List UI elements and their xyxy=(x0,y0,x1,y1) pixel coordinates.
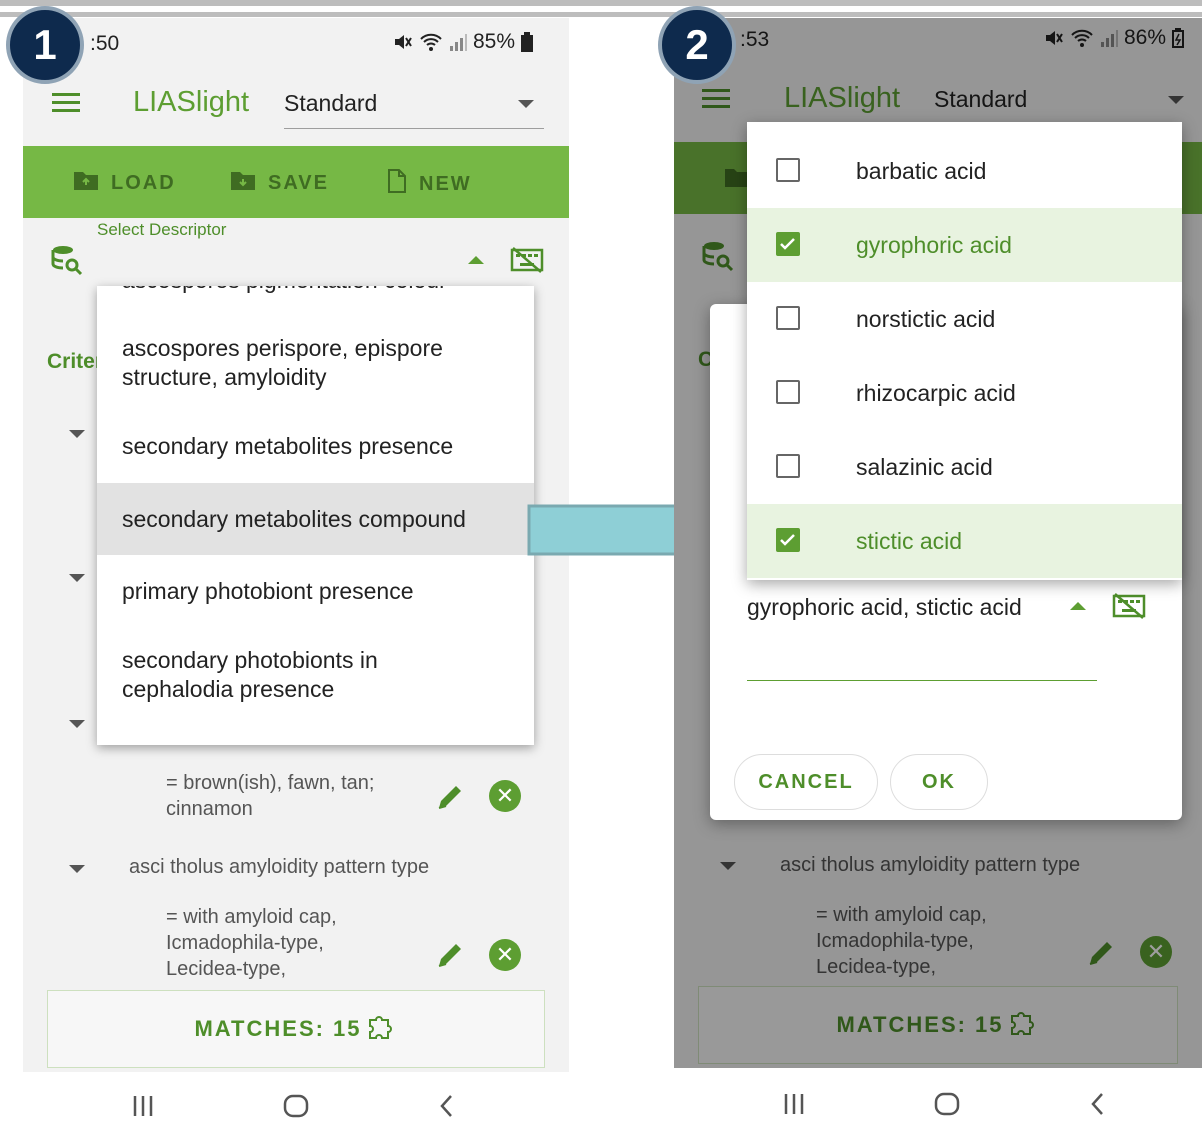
battery-percent: 85% xyxy=(473,30,516,53)
criteria-title-2: asci tholus amyloidity pattern type xyxy=(129,856,430,878)
wifi-icon xyxy=(419,32,443,52)
checkbox[interactable] xyxy=(776,380,800,404)
expand-criteria-1-icon[interactable] xyxy=(69,430,85,438)
new-file-icon xyxy=(387,169,407,199)
android-nav-bar-2 xyxy=(674,1072,1202,1120)
option-norstictic-acid[interactable]: norstictic acid xyxy=(747,282,1182,356)
criteria-label: Criter xyxy=(47,350,104,373)
phone-screen-1: :50 85% LIASlight Standard LOAD SAVE NEW… xyxy=(23,18,569,1072)
folder-upload-icon xyxy=(73,169,99,197)
remove-criteria-icon[interactable]: ✕ xyxy=(489,780,521,812)
mute-icon xyxy=(393,32,413,52)
step-badge-1: 1 xyxy=(6,6,84,84)
option-label: stictic acid xyxy=(856,528,963,554)
dropdown-item[interactable]: ascospores perispore, epispore structure… xyxy=(97,334,472,392)
edit-pencil-icon[interactable] xyxy=(435,940,465,975)
check-icon xyxy=(780,534,795,546)
database-search-icon[interactable] xyxy=(51,244,83,281)
criteria-value-1: = brown(ish), fawn, tan; cinnamon xyxy=(166,772,375,820)
hamburger-menu-icon[interactable] xyxy=(52,88,80,117)
option-salazinic-acid[interactable]: salazinic acid xyxy=(747,430,1182,504)
new-button[interactable]: NEW xyxy=(387,169,472,199)
select-descriptor-label: Select Descriptor xyxy=(97,220,227,239)
top-divider xyxy=(0,0,1202,6)
home-icon[interactable] xyxy=(283,1094,309,1123)
mode-select[interactable]: Standard xyxy=(284,90,377,117)
expand-criteria-2-icon[interactable] xyxy=(69,574,85,582)
option-label: barbatic acid xyxy=(856,158,987,184)
mode-underline xyxy=(284,128,544,129)
option-gyrophoric-acid[interactable]: gyrophoric acid xyxy=(747,208,1182,282)
step-badge-2: 2 xyxy=(658,6,736,84)
status-time: :50 xyxy=(90,32,120,55)
back-icon[interactable] xyxy=(1088,1092,1108,1121)
app-title: LIASlight xyxy=(133,86,250,118)
mode-dropdown-icon[interactable] xyxy=(518,100,534,108)
keyboard-off-icon[interactable] xyxy=(1112,592,1146,625)
option-rhizocarpic-acid[interactable]: rhizocarpic acid xyxy=(747,356,1182,430)
expand-criteria-4-icon[interactable] xyxy=(69,865,85,873)
signal-icon xyxy=(449,32,467,52)
remove-criteria-icon[interactable]: ✕ xyxy=(489,939,521,971)
recent-apps-icon[interactable] xyxy=(782,1092,808,1121)
dropdown-item-selected[interactable]: secondary metabolites compound xyxy=(97,483,534,555)
edit-pencil-icon[interactable] xyxy=(435,782,465,817)
check-icon xyxy=(780,238,795,250)
dropdown-item[interactable]: secondary metabolites presence xyxy=(97,432,534,461)
dropdown-item[interactable]: primary photobiont presence xyxy=(97,577,534,606)
back-icon[interactable] xyxy=(437,1094,457,1123)
option-label: salazinic acid xyxy=(856,454,993,480)
home-icon[interactable] xyxy=(934,1092,960,1121)
selected-values-text: gyrophoric acid, stictic acid xyxy=(747,594,1022,620)
checkbox[interactable] xyxy=(776,158,800,182)
keyboard-off-icon[interactable] xyxy=(510,246,544,279)
matches-button[interactable]: MATCHES: 15 xyxy=(47,990,545,1068)
value-checklist: barbatic acid gyrophoric acid norstictic… xyxy=(747,122,1182,580)
battery-icon xyxy=(521,32,534,52)
puzzle-icon xyxy=(366,1011,398,1047)
save-button[interactable]: SAVE xyxy=(230,169,329,197)
ok-button[interactable]: OK xyxy=(890,754,988,810)
folder-download-icon xyxy=(230,169,256,197)
load-button[interactable]: LOAD xyxy=(73,169,176,197)
values-collapse-icon[interactable] xyxy=(1070,602,1086,610)
option-stictic-acid[interactable]: stictic acid xyxy=(747,504,1182,578)
new-label: NEW xyxy=(419,172,472,195)
dropdown-item[interactable]: secondary photobionts in cephalodia pres… xyxy=(97,646,442,704)
checkbox-checked[interactable] xyxy=(776,528,800,552)
option-label: norstictic acid xyxy=(856,306,996,332)
option-barbatic-acid[interactable]: barbatic acid xyxy=(747,134,1182,208)
recent-apps-icon[interactable] xyxy=(131,1094,157,1123)
top-divider-thin xyxy=(0,12,1202,17)
save-label: SAVE xyxy=(268,171,329,194)
matches-label: MATCHES: 15 xyxy=(194,1016,362,1041)
dropdown-item-partial[interactable]: ascospores pigmentation colour xyxy=(97,286,534,295)
criteria-value-2: = with amyloid cap, Icmadophila-type, Le… xyxy=(166,906,337,980)
status-icons: 85% xyxy=(393,30,534,54)
android-nav-bar-1 xyxy=(23,1074,569,1120)
checkbox[interactable] xyxy=(776,306,800,330)
option-label: rhizocarpic acid xyxy=(856,380,1016,406)
values-underline xyxy=(747,680,1097,681)
descriptor-dropdown: ascospores pigmentation colour ascospore… xyxy=(97,286,534,745)
phone-screen-2: :53 86% LIASlight Standard C asci tholus… xyxy=(674,18,1202,1068)
cancel-button[interactable]: CANCEL xyxy=(734,754,878,810)
option-label: gyrophoric acid xyxy=(856,232,1012,258)
expand-criteria-3-icon[interactable] xyxy=(69,720,85,728)
descriptor-collapse-icon[interactable] xyxy=(468,256,484,264)
load-label: LOAD xyxy=(111,171,176,194)
checkbox-checked[interactable] xyxy=(776,232,800,256)
checkbox[interactable] xyxy=(776,454,800,478)
